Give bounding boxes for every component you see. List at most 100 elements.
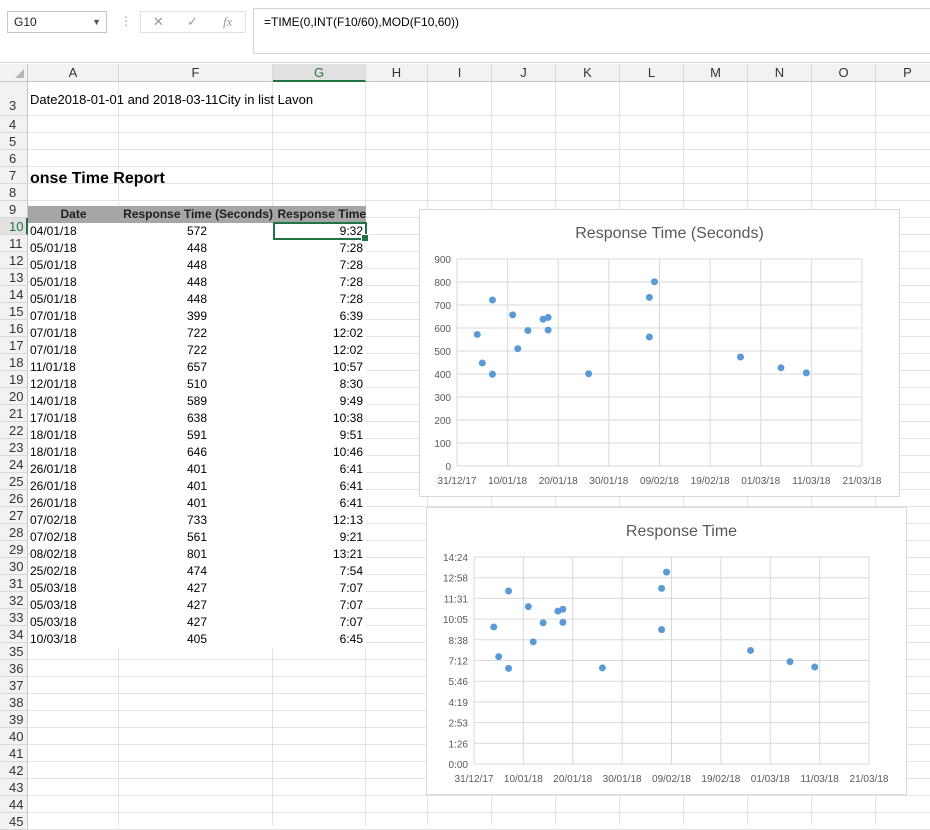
table-cell-seconds[interactable]: 427 <box>119 597 207 614</box>
table-cell-seconds[interactable]: 427 <box>119 580 207 597</box>
data-point[interactable] <box>777 364 785 372</box>
table-cell-date[interactable]: 07/02/18 <box>30 529 118 546</box>
column-header-j[interactable]: J <box>492 64 556 82</box>
table-cell-date[interactable]: 26/01/18 <box>30 461 118 478</box>
row-header-33[interactable]: 33 <box>0 609 28 626</box>
table-cell-seconds[interactable]: 448 <box>119 240 207 257</box>
row-header-24[interactable]: 24 <box>0 456 28 473</box>
row-header-35[interactable]: 35 <box>0 643 28 660</box>
table-cell-time[interactable]: 12:02 <box>273 325 363 342</box>
table-cell-seconds[interactable]: 510 <box>119 376 207 393</box>
table-cell-date[interactable]: 05/01/18 <box>30 257 118 274</box>
table-cell-time[interactable]: 9:49 <box>273 393 363 410</box>
row-header-29[interactable]: 29 <box>0 541 28 558</box>
table-cell-time[interactable]: 7:54 <box>273 563 363 580</box>
row-header-38[interactable]: 38 <box>0 694 28 711</box>
column-header-l[interactable]: L <box>620 64 684 82</box>
table-cell-time[interactable]: 6:45 <box>273 631 363 648</box>
table-cell-seconds[interactable]: 589 <box>119 393 207 410</box>
table-cell-time[interactable]: 7:28 <box>273 274 363 291</box>
row-header-20[interactable]: 20 <box>0 388 28 405</box>
table-cell-date[interactable]: 04/01/18 <box>30 223 118 240</box>
data-point[interactable] <box>658 626 666 634</box>
data-point[interactable] <box>478 359 486 367</box>
column-header-f[interactable]: F <box>119 64 273 82</box>
table-cell-date[interactable]: 05/03/18 <box>30 580 118 597</box>
table-cell-time[interactable]: 12:13 <box>273 512 363 529</box>
row-header-36[interactable]: 36 <box>0 660 28 677</box>
table-cell-date[interactable]: 08/02/18 <box>30 546 118 563</box>
table-cell-time[interactable]: 6:41 <box>273 461 363 478</box>
table-cell-time[interactable]: 7:07 <box>273 597 363 614</box>
data-point[interactable] <box>490 623 498 631</box>
table-cell-date[interactable]: 14/01/18 <box>30 393 118 410</box>
data-point[interactable] <box>645 333 653 341</box>
column-header-k[interactable]: K <box>556 64 620 82</box>
row-header-5[interactable]: 5 <box>0 133 28 150</box>
row-header-43[interactable]: 43 <box>0 779 28 796</box>
data-point[interactable] <box>747 646 754 654</box>
table-cell-date[interactable]: 07/02/18 <box>30 512 118 529</box>
table-cell-seconds[interactable]: 801 <box>119 546 207 563</box>
chevron-down-icon[interactable]: ▼ <box>92 12 101 32</box>
data-point[interactable] <box>524 327 532 335</box>
table-cell-seconds[interactable]: 657 <box>119 359 207 376</box>
table-cell-time[interactable]: 13:21 <box>273 546 363 563</box>
table-cell-date[interactable]: 05/01/18 <box>30 291 118 308</box>
row-header-7[interactable]: 7 <box>0 167 28 184</box>
table-cell-seconds[interactable]: 591 <box>119 427 207 444</box>
data-point[interactable] <box>509 311 517 319</box>
data-point[interactable] <box>505 664 513 672</box>
table-cell-time[interactable]: 6:41 <box>273 495 363 512</box>
row-header-11[interactable]: 11 <box>0 235 28 252</box>
table-cell-time[interactable]: 6:41 <box>273 478 363 495</box>
row-header-31[interactable]: 31 <box>0 575 28 592</box>
table-cell-seconds[interactable]: 401 <box>119 495 207 512</box>
row-header-3[interactable]: 3 <box>0 82 28 116</box>
data-point[interactable] <box>495 653 503 661</box>
close-icon[interactable]: ✕ <box>153 14 164 30</box>
table-cell-seconds[interactable]: 448 <box>119 274 207 291</box>
row-header-12[interactable]: 12 <box>0 252 28 269</box>
data-point[interactable] <box>658 584 666 592</box>
table-cell-date[interactable]: 18/01/18 <box>30 427 118 444</box>
table-cell-date[interactable]: 12/01/18 <box>30 376 118 393</box>
header-response-seconds[interactable]: Response Time (Seconds) <box>119 206 273 223</box>
table-cell-date[interactable]: 07/01/18 <box>30 325 118 342</box>
table-cell-date[interactable]: 26/01/18 <box>30 495 118 512</box>
row-header-30[interactable]: 30 <box>0 558 28 575</box>
row-header-28[interactable]: 28 <box>0 524 28 541</box>
table-cell-date[interactable]: 05/03/18 <box>30 614 118 631</box>
table-cell-date[interactable]: 11/01/18 <box>30 359 118 376</box>
chart-response-seconds[interactable]: Response Time (Seconds) 0 100 200 300 400 500 6… <box>419 209 900 497</box>
row-header-44[interactable]: 44 <box>0 796 28 813</box>
row-header-19[interactable]: 19 <box>0 371 28 388</box>
table-cell-seconds[interactable]: 448 <box>119 291 207 308</box>
table-cell-seconds[interactable]: 399 <box>119 308 207 325</box>
table-cell-time[interactable]: 7:28 <box>273 257 363 274</box>
table-cell-seconds[interactable]: 572 <box>119 223 207 240</box>
column-header-p[interactable]: P <box>876 64 930 82</box>
header-response-time[interactable]: Response Time <box>273 206 366 223</box>
column-header-h[interactable]: H <box>366 64 428 82</box>
row-header-21[interactable]: 21 <box>0 405 28 422</box>
selected-cell-g10[interactable] <box>273 222 369 242</box>
row-header-37[interactable]: 37 <box>0 677 28 694</box>
data-point[interactable] <box>645 293 653 301</box>
table-cell-seconds[interactable]: 448 <box>119 257 207 274</box>
table-cell-date[interactable]: 07/01/18 <box>30 342 118 359</box>
data-point[interactable] <box>544 313 552 321</box>
column-header-i[interactable]: I <box>428 64 492 82</box>
data-point[interactable] <box>811 663 819 671</box>
data-point[interactable] <box>473 330 481 338</box>
row-header-25[interactable]: 25 <box>0 473 28 490</box>
data-point[interactable] <box>524 603 532 611</box>
table-cell-time[interactable]: 10:57 <box>273 359 363 376</box>
table-cell-seconds[interactable]: 401 <box>119 478 207 495</box>
data-point[interactable] <box>650 278 658 286</box>
table-cell-time[interactable]: 12:02 <box>273 342 363 359</box>
table-cell-date[interactable]: 05/03/18 <box>30 597 118 614</box>
row-header-14[interactable]: 14 <box>0 286 28 303</box>
row-header-15[interactable]: 15 <box>0 303 28 320</box>
table-cell-date[interactable]: 05/01/18 <box>30 240 118 257</box>
